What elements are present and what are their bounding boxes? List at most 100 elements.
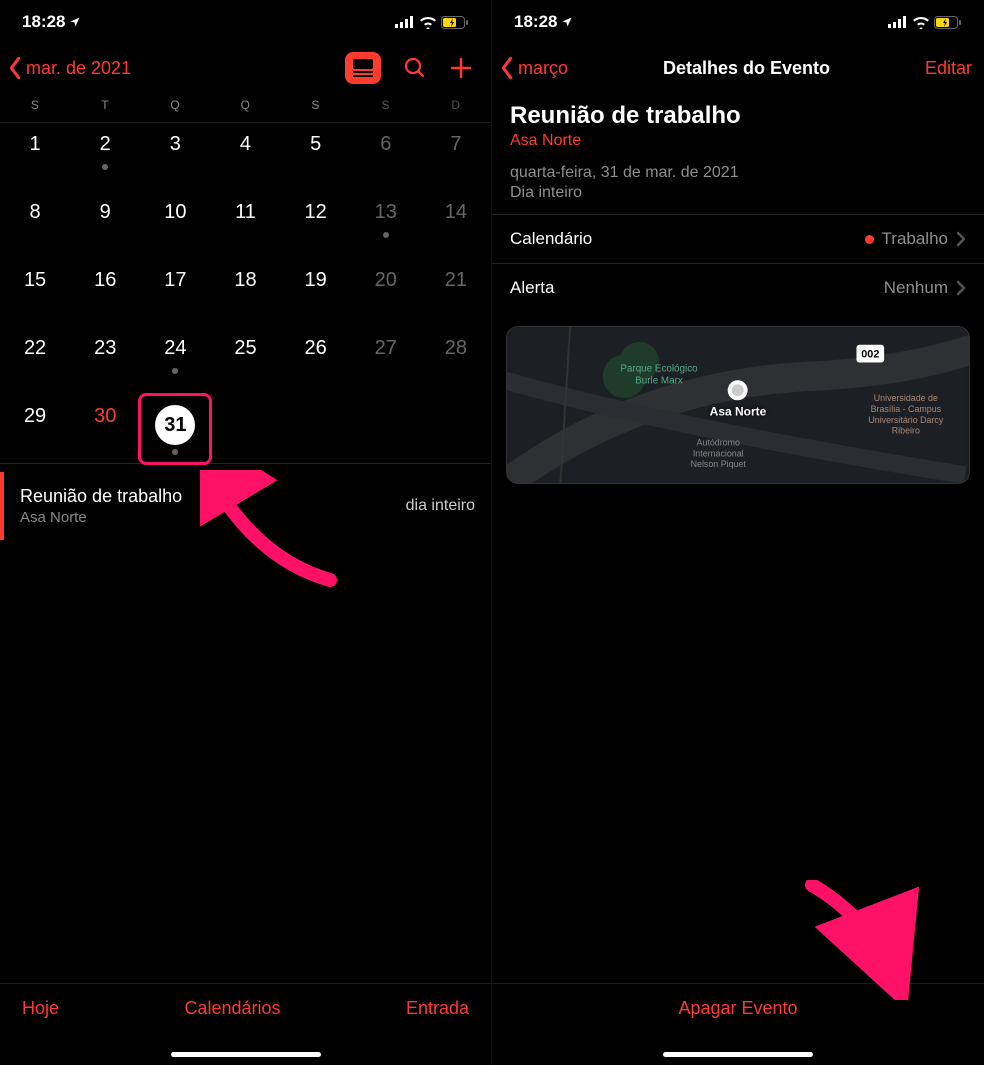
calendar-day[interactable]: 8	[0, 191, 70, 259]
calendar-day	[210, 395, 280, 463]
svg-text:Brasília - Campus: Brasília - Campus	[871, 404, 942, 414]
svg-text:Universidade de: Universidade de	[874, 393, 938, 403]
calendar-day[interactable]: 19	[281, 259, 351, 327]
calendar-day[interactable]: 12	[281, 191, 351, 259]
calendar-day[interactable]: 26	[281, 327, 351, 395]
event-location: Asa Norte	[20, 509, 406, 526]
calendar-day[interactable]: 27	[351, 327, 421, 395]
event-details-screen: 18:28 março Detalhes do Evento Editar Re…	[492, 0, 984, 1065]
event-title: Reunião de trabalho	[20, 486, 406, 507]
today-button[interactable]: Hoje	[22, 998, 59, 1019]
calendar-day[interactable]: 22	[0, 327, 70, 395]
location-icon	[69, 16, 81, 28]
event-header: Reunião de trabalho Asa Norte quarta-fei…	[492, 92, 984, 214]
edit-button[interactable]: Editar	[925, 58, 972, 79]
calendar-day	[351, 395, 421, 463]
event-dot	[102, 164, 108, 170]
annotation-arrow-2	[802, 880, 932, 1000]
event-location: Asa Norte	[510, 132, 966, 150]
calendar-row[interactable]: Calendário Trabalho	[492, 214, 984, 263]
calendar-day[interactable]: 29	[0, 395, 70, 463]
calendar-day	[281, 395, 351, 463]
inbox-button[interactable]: Entrada	[406, 998, 469, 1019]
search-icon	[403, 56, 427, 80]
svg-text:Universitário Darcy: Universitário Darcy	[868, 415, 944, 425]
calendar-day[interactable]: 6	[351, 123, 421, 191]
plus-icon	[449, 56, 473, 80]
calendar-day[interactable]: 30	[70, 395, 140, 463]
calendar-day[interactable]: 3	[140, 123, 210, 191]
calendars-button[interactable]: Calendários	[184, 998, 280, 1019]
calendar-day[interactable]: 20	[351, 259, 421, 327]
svg-text:Burle Marx: Burle Marx	[635, 375, 683, 386]
calendar-color-dot	[865, 235, 874, 244]
event-date: quarta-feira, 31 de mar. de 2021	[510, 164, 966, 182]
map-preview[interactable]: 002 Parque Ecológico Burle Marx Autódrom…	[506, 326, 970, 484]
add-button[interactable]	[449, 56, 473, 80]
calendar-day[interactable]: 23	[70, 327, 140, 395]
calendar-day[interactable]: 2	[70, 123, 140, 191]
back-button[interactable]: março	[498, 56, 568, 80]
pin-icon	[728, 380, 748, 400]
calendar-day[interactable]: 16	[70, 259, 140, 327]
wifi-icon	[419, 16, 437, 29]
back-label: mar. de 2021	[26, 58, 131, 79]
calendar-day[interactable]: 1	[0, 123, 70, 191]
calendar-day[interactable]: 5	[281, 123, 351, 191]
status-bar: 18:28	[492, 0, 984, 44]
calendar-day[interactable]: 11	[210, 191, 280, 259]
calendar-grid: 1234567891011121314151617181920212223242…	[0, 123, 491, 463]
svg-text:Nelson Piquet: Nelson Piquet	[691, 459, 747, 469]
calendar-day[interactable]: 4	[210, 123, 280, 191]
calendar-day[interactable]: 18	[210, 259, 280, 327]
calendar-day[interactable]: 21	[421, 259, 491, 327]
calendar-day[interactable]: 13	[351, 191, 421, 259]
event-dot	[172, 368, 178, 374]
calendar-day[interactable]: 28	[421, 327, 491, 395]
calendar-day	[421, 395, 491, 463]
cellular-icon	[888, 16, 908, 28]
calendar-day[interactable]: 9	[70, 191, 140, 259]
battery-icon	[934, 16, 962, 29]
svg-text:Autódromo: Autódromo	[697, 437, 740, 447]
wifi-icon	[912, 16, 930, 29]
event-time: dia inteiro	[406, 497, 475, 515]
calendar-day[interactable]: 24	[140, 327, 210, 395]
svg-text:Parque Ecológico: Parque Ecológico	[620, 363, 698, 374]
calendar-day[interactable]: 14	[421, 191, 491, 259]
calendar-day[interactable]: 25	[210, 327, 280, 395]
svg-text:Internacional: Internacional	[693, 448, 744, 458]
list-icon	[353, 59, 373, 77]
status-time: 18:28	[514, 12, 557, 32]
event-row[interactable]: Reunião de trabalho Asa Norte dia inteir…	[0, 472, 491, 540]
list-view-button[interactable]	[345, 52, 381, 84]
home-indicator[interactable]	[171, 1052, 321, 1057]
status-time: 18:28	[22, 12, 65, 32]
event-title: Reunião de trabalho	[510, 102, 966, 130]
battery-icon	[441, 16, 469, 29]
back-button[interactable]: mar. de 2021	[6, 56, 131, 80]
chevron-right-icon	[956, 280, 966, 296]
chevron-right-icon	[956, 231, 966, 247]
search-button[interactable]	[403, 56, 427, 80]
event-dot	[172, 449, 178, 455]
calendar-day[interactable]: 7	[421, 123, 491, 191]
screen-title: Detalhes do Evento	[663, 58, 830, 79]
svg-text:Ribeiro: Ribeiro	[892, 426, 920, 436]
alert-row[interactable]: Alerta Nenhum	[492, 263, 984, 312]
chevron-left-icon	[498, 56, 516, 80]
weekday-header: S T Q Q S S D	[0, 92, 491, 122]
home-indicator[interactable]	[663, 1052, 813, 1057]
calendar-day[interactable]: 17	[140, 259, 210, 327]
calendar-day[interactable]: 31	[140, 395, 210, 463]
event-allday: Dia inteiro	[510, 184, 966, 202]
calendar-day[interactable]: 10	[140, 191, 210, 259]
delete-event-button[interactable]: Apagar Evento	[678, 998, 797, 1019]
cellular-icon	[395, 16, 415, 28]
map-pin: Asa Norte	[710, 380, 767, 418]
svg-text:002: 002	[861, 349, 879, 361]
status-bar: 18:28	[0, 0, 491, 44]
event-dot	[383, 232, 389, 238]
calendar-day[interactable]: 15	[0, 259, 70, 327]
location-icon	[561, 16, 573, 28]
